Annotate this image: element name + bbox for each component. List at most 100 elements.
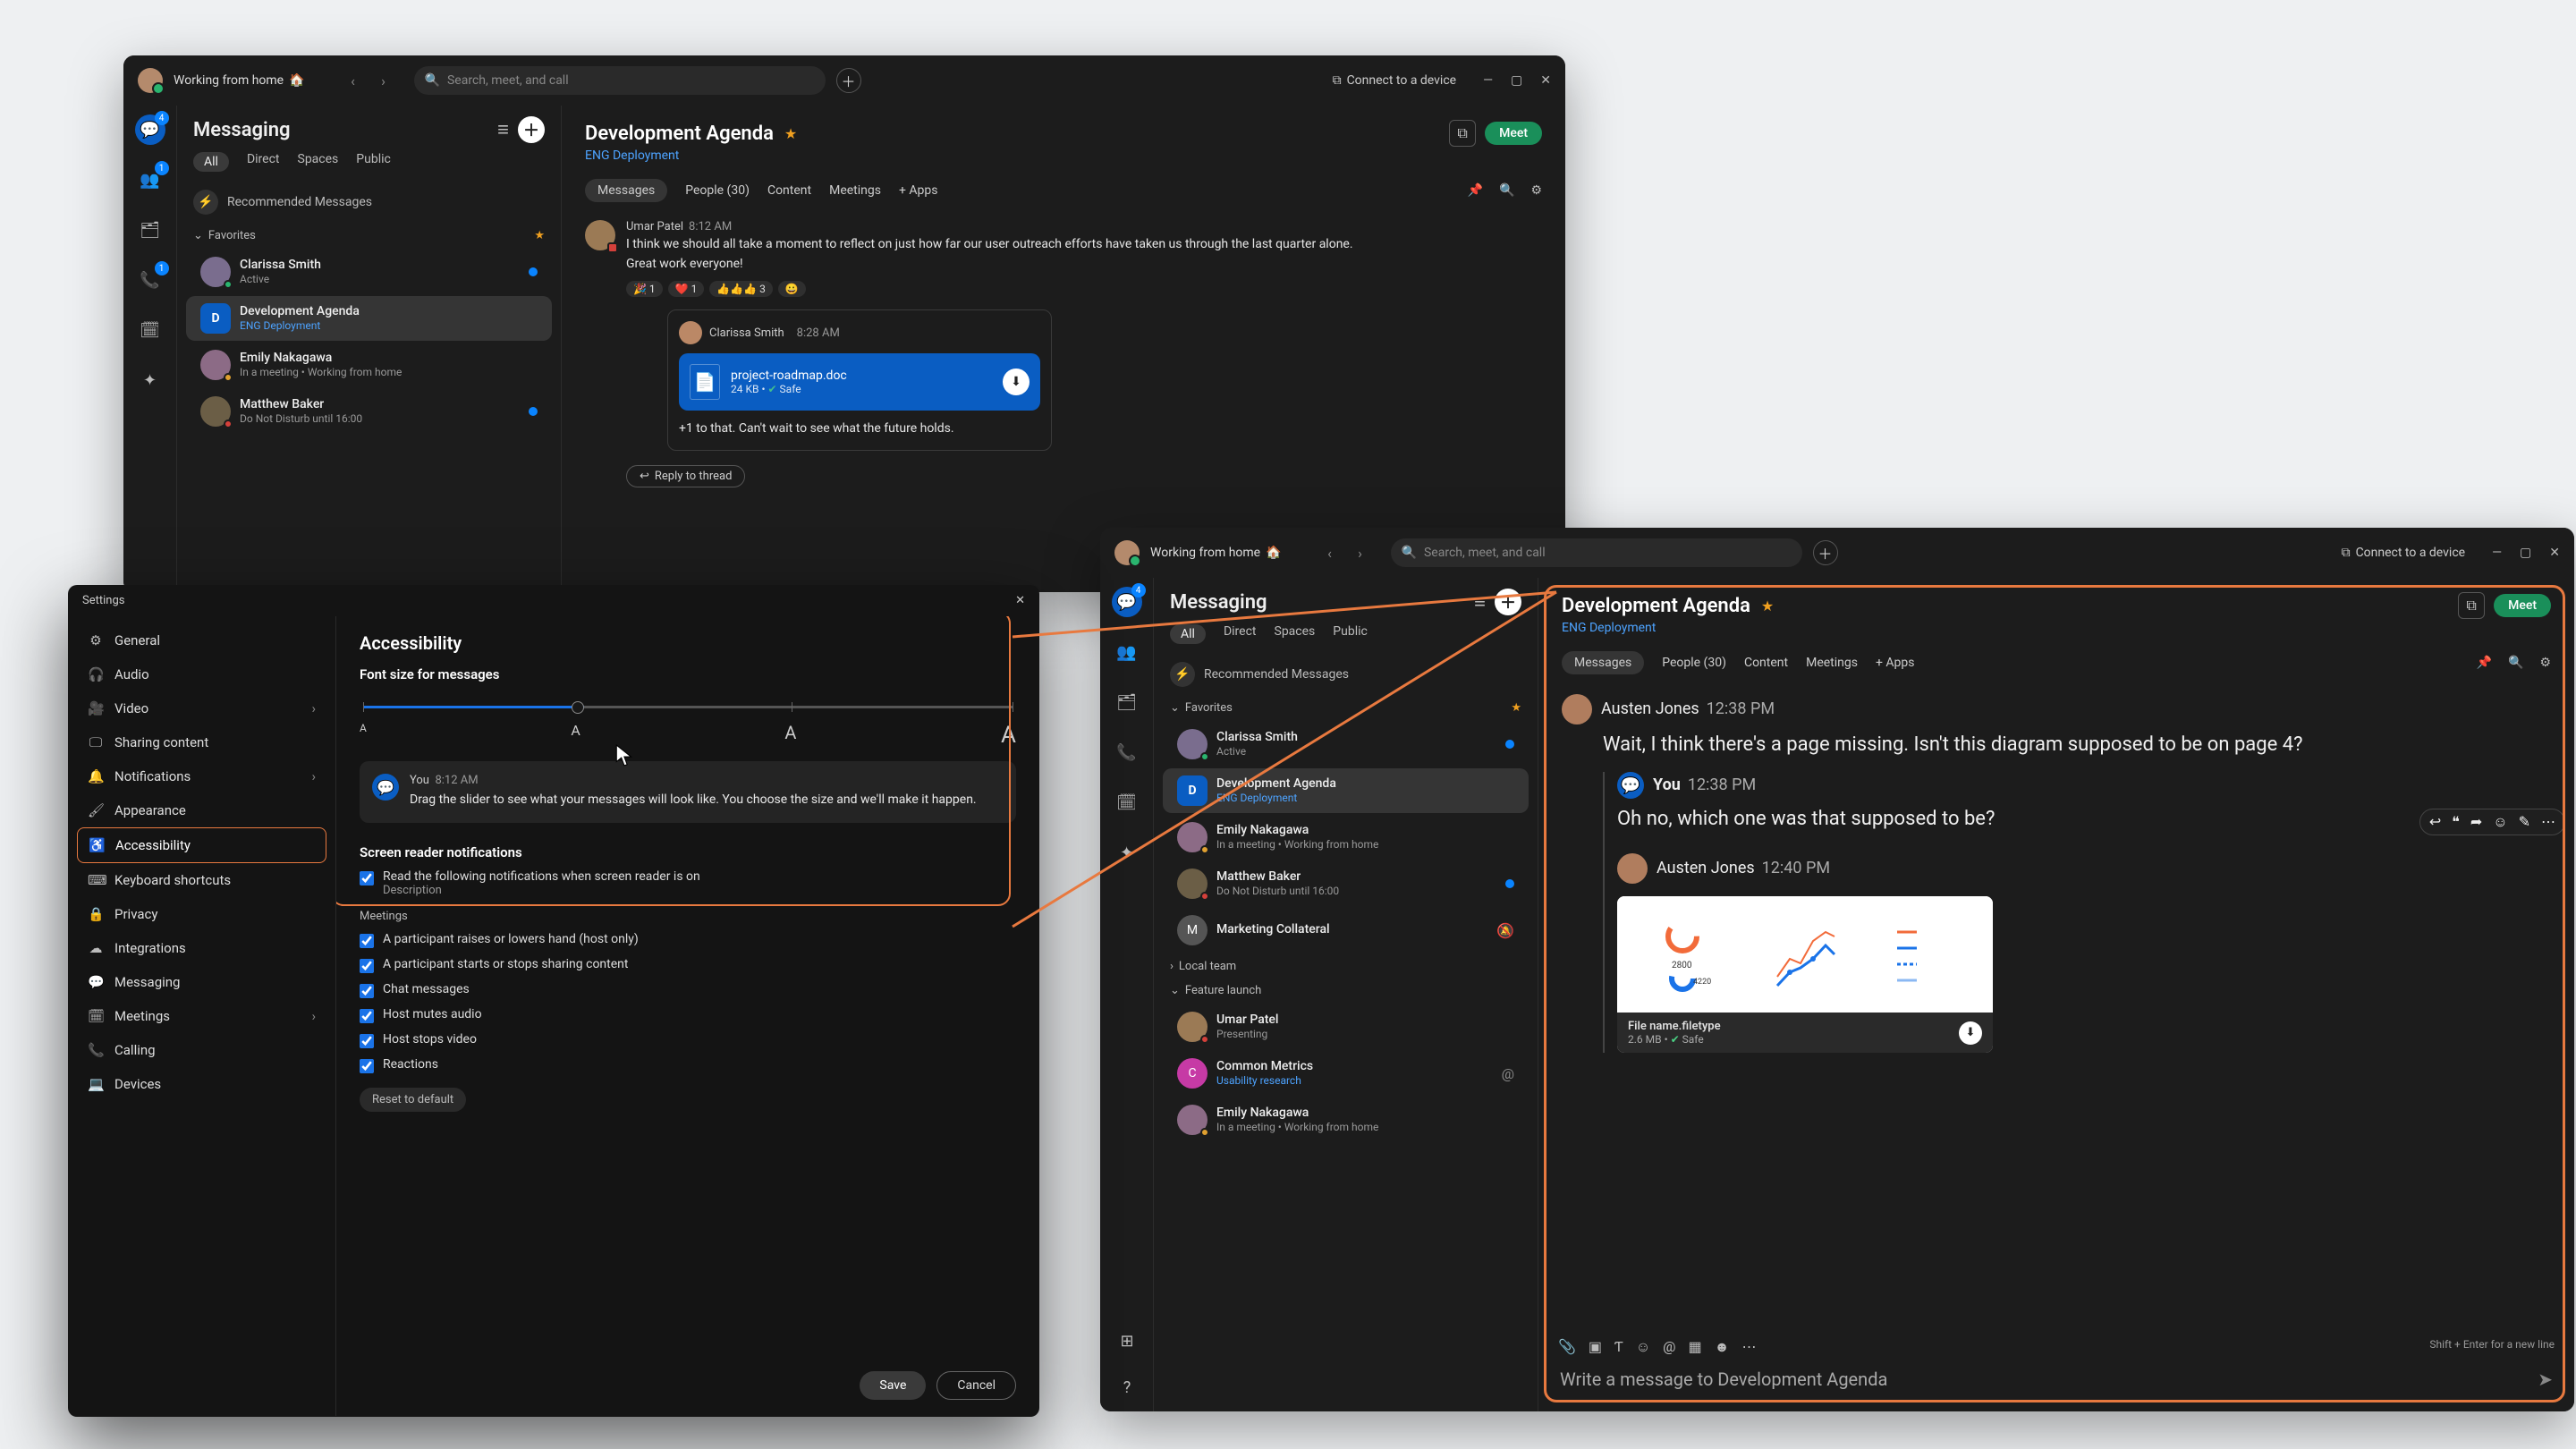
tab-apps[interactable]: + Apps [899,183,938,198]
filter-all[interactable]: All [193,152,229,172]
message-hover-toolbar[interactable]: ↩ ❝ ➦ ☺ ✎ ⋯ [2419,809,2565,835]
filter-spaces[interactable]: Spaces [298,152,339,172]
nav-forward[interactable] [1350,542,1371,564]
gif-icon[interactable]: ▦ [1689,1338,1702,1356]
nav-meetings[interactable]: 🗓Meetings› [77,999,326,1033]
tab-messages[interactable]: Messages [585,179,667,202]
attach-icon[interactable]: 📎 [1558,1338,1576,1356]
reset-button[interactable]: Reset to default [360,1088,466,1112]
check-share-content[interactable]: A participant starts or stops sharing co… [360,957,1016,973]
nav-messaging[interactable]: 💬Messaging [77,965,326,999]
rail-contacts[interactable]: 👥 [1112,637,1142,667]
rail-messaging[interactable]: 💬4 [135,114,165,145]
forward-icon[interactable]: ➦ [2470,813,2482,831]
panel-icon[interactable]: ⧉ [1449,120,1476,147]
star-icon[interactable]: ★ [1761,597,1774,614]
check-stop-video[interactable]: Host stops video [360,1032,1016,1048]
meet-button[interactable]: Meet [1485,122,1542,145]
tab-meetings[interactable]: Meetings [1806,656,1858,670]
format-icon[interactable]: Ƭ [1614,1338,1623,1356]
pin-icon[interactable]: 📌 [1468,183,1483,198]
filter-public[interactable]: Public [356,152,391,172]
filter-icon[interactable]: ≡ [1474,590,1486,614]
reaction-icon[interactable]: ☺ [2493,813,2507,831]
tab-meetings[interactable]: Meetings [829,183,881,198]
nav-forward[interactable] [373,70,394,91]
nav-notifications[interactable]: 🔔Notifications› [77,759,326,793]
tab-content[interactable]: Content [767,183,811,198]
rail-teams[interactable]: 🗂 [135,215,165,245]
bitmoji-icon[interactable]: ☻ [1715,1338,1730,1356]
reply-to-thread[interactable]: ↩ Reply to thread [626,465,745,487]
window-close[interactable]: ✕ [1540,73,1551,88]
nav-integrations[interactable]: ☁Integrations [77,931,326,965]
mention-icon[interactable]: @ [1663,1338,1675,1356]
nav-privacy[interactable]: 🔒Privacy [77,897,326,931]
room-marketing[interactable]: M Marketing Collateral 🔕 [1163,908,1529,953]
download-button[interactable]: ⬇ [1959,1021,1982,1045]
nav-video[interactable]: 🎥Video› [77,691,326,725]
window-close[interactable]: ✕ [2549,546,2560,560]
gear-icon[interactable]: ⚙ [1530,183,1542,198]
new-action-button[interactable]: ＋ [1813,540,1838,565]
room-common-metrics[interactable]: C Common MetricsUsability research @ [1163,1051,1529,1096]
room-matthew[interactable]: Matthew BakerDo Not Disturb until 16:00 [186,389,552,434]
tab-messages[interactable]: Messages [1562,651,1644,674]
favorites-section[interactable]: ⌄ Favorites ★ [1154,696,1538,720]
nav-general[interactable]: ⚙General [77,623,326,657]
quote-icon[interactable]: ❝ [2452,813,2460,831]
send-icon[interactable]: ➤ [2538,1368,2553,1390]
download-button[interactable]: ⬇ [1003,369,1030,395]
avatar[interactable] [1114,540,1140,565]
file-attachment[interactable]: 28004220 File name.filetype 2.6 MB • ✔ S… [1617,896,1993,1053]
rail-more[interactable]: ✦ [135,365,165,395]
tab-people[interactable]: People (30) [1662,656,1726,670]
check-reactions[interactable]: Reactions [360,1057,1016,1073]
avatar[interactable] [138,68,163,93]
slider-thumb[interactable] [572,701,584,714]
window-maximize[interactable]: ▢ [2520,546,2531,560]
feature-launch-section[interactable]: ⌄ Feature launch [1154,979,1538,1003]
emoji-icon[interactable]: ☺ [1636,1338,1650,1356]
nav-accessibility[interactable]: ♿Accessibility [77,827,326,863]
avatar[interactable] [679,321,702,344]
room-clarissa[interactable]: Clarissa SmithActive [186,250,552,294]
avatar[interactable] [585,220,615,250]
rail-apps[interactable]: ⊞ [1112,1326,1142,1356]
local-team-section[interactable]: › Local team [1154,954,1538,979]
rail-calendar[interactable]: 🗓 [135,315,165,345]
save-button[interactable]: Save [860,1371,926,1400]
tab-content[interactable]: Content [1744,656,1788,670]
avatar[interactable] [1562,694,1592,724]
connect-device[interactable]: ⧉ Connect to a device [1333,73,1457,88]
star-icon[interactable]: ★ [784,125,797,142]
srn-top-check[interactable]: Read the following notifications when sc… [360,869,1016,897]
nav-devices[interactable]: 💻Devices [77,1067,326,1101]
search-icon[interactable]: 🔍 [2508,656,2523,670]
rail-calling[interactable]: 📞 [1112,737,1142,767]
more-icon[interactable]: ⋯ [2541,813,2555,831]
room-emily[interactable]: Emily NakagawaIn a meeting • Working fro… [1163,815,1529,860]
nav-keyboard[interactable]: ⌨Keyboard shortcuts [77,863,326,897]
panel-icon[interactable]: ⧉ [2458,592,2485,619]
rail-help[interactable]: ? [1112,1372,1142,1402]
check-chat[interactable]: Chat messages [360,982,1016,998]
rail-teams[interactable]: 🗂 [1112,687,1142,717]
search-icon[interactable]: 🔍 [1499,183,1514,198]
rail-contacts[interactable]: 👥1 [135,165,165,195]
composer-input[interactable]: Write a message to Development Agenda ➤ [1558,1361,2555,1397]
breadcrumb[interactable]: ENG Deployment [1562,621,2551,635]
room-emily[interactable]: Emily NakagawaIn a meeting • Working fro… [186,343,552,387]
filter-public[interactable]: Public [1333,624,1368,644]
filter-spaces[interactable]: Spaces [1275,624,1316,644]
presence-status[interactable]: Working from home🏠 [1150,546,1282,560]
reply-icon[interactable]: ↩ [2429,813,2441,831]
connect-device[interactable]: ⧉ Connect to a device [2342,546,2466,560]
close-icon[interactable]: ✕ [1015,594,1025,607]
room-umar[interactable]: Umar PatelPresenting [1163,1004,1529,1049]
meet-button[interactable]: Meet [2494,594,2551,617]
room-development-agenda[interactable]: D Development AgendaENG Deployment [1163,768,1529,813]
rail-calendar[interactable]: 🗓 [1112,787,1142,818]
avatar[interactable] [1617,853,1648,884]
rail-more[interactable]: ✦ [1112,837,1142,868]
